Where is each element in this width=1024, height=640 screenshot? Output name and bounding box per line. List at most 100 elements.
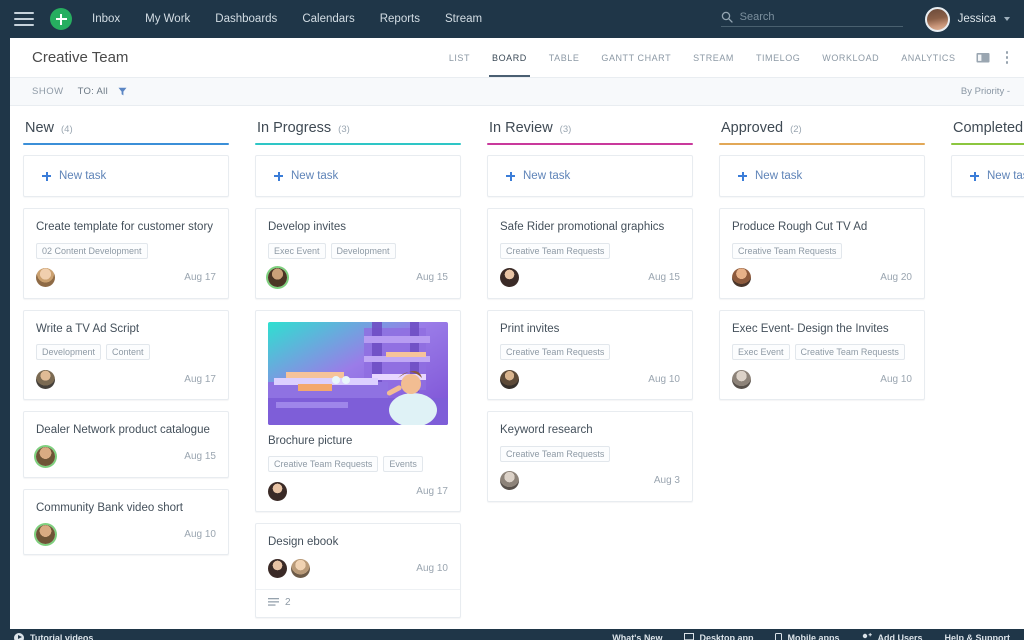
task-tag[interactable]: Development — [330, 242, 396, 259]
column-header: In Review (3) — [487, 120, 693, 143]
avatar[interactable] — [268, 559, 287, 579]
task-card[interactable]: Design ebook Aug 10 2 — [255, 523, 461, 618]
sort-by-priority[interactable]: By Priority - — [961, 86, 1010, 97]
avatar[interactable] — [500, 471, 519, 491]
column-accent-rule — [23, 143, 229, 145]
user-menu[interactable]: Jessica — [924, 6, 1010, 32]
task-card[interactable]: Community Bank video short Aug 10 — [23, 488, 229, 556]
task-tag[interactable]: 02 Content Development — [36, 242, 148, 259]
tab-stream[interactable]: STREAM — [693, 38, 734, 77]
window-body: Creative Team LIST BOARD TABLE GANTT CHA… — [0, 38, 1024, 629]
avatar[interactable] — [36, 447, 55, 467]
avatar[interactable] — [732, 369, 751, 389]
task-tag[interactable]: Creative Team Requests — [794, 344, 905, 361]
filter-to-value[interactable]: TO: All — [78, 86, 108, 97]
task-card[interactable]: Produce Rough Cut TV Ad Creative Team Re… — [719, 208, 925, 299]
task-tag[interactable]: Creative Team Requests — [500, 344, 611, 361]
new-task-label: New task — [987, 170, 1024, 182]
primary-nav-links: Inbox My Work Dashboards Calendars Repor… — [92, 13, 482, 25]
task-subtasks[interactable]: 2 — [256, 588, 460, 608]
task-card[interactable]: Brochure picture Creative Team Requests … — [255, 309, 461, 513]
footer-link-whats-new[interactable]: What's New — [612, 633, 662, 640]
nav-link-reports[interactable]: Reports — [380, 13, 420, 25]
new-task-button[interactable]: New task — [255, 155, 461, 197]
nav-link-my-work[interactable]: My Work — [145, 13, 190, 25]
task-title: Exec Event- Design the Invites — [732, 322, 889, 335]
search-box[interactable] — [720, 11, 903, 27]
task-card[interactable]: Exec Event- Design the Invites Exec Even… — [719, 309, 925, 401]
task-tags: Exec Event Creative Team Requests — [732, 344, 912, 361]
task-due-date: Aug 10 — [648, 373, 680, 385]
search-icon — [721, 11, 733, 23]
task-tags: 02 Content Development — [36, 242, 216, 259]
tab-gantt-chart[interactable]: GANTT CHART — [601, 38, 671, 77]
task-footer: Aug 17 — [36, 368, 216, 390]
task-tag[interactable]: Events — [383, 456, 423, 473]
filter-icon[interactable] — [118, 87, 127, 96]
search-input[interactable] — [739, 11, 903, 23]
tab-workload[interactable]: WORKLOAD — [822, 38, 879, 77]
new-task-label: New task — [523, 170, 571, 182]
footer-link-help-support[interactable]: Help & Support — [945, 633, 1011, 640]
tutorial-videos-link[interactable]: Tutorial videos — [14, 632, 93, 640]
task-due-date: Aug 17 — [184, 373, 216, 385]
tab-list[interactable]: LIST — [449, 38, 470, 77]
task-tag[interactable]: Creative Team Requests — [500, 242, 611, 259]
avatar[interactable] — [291, 559, 310, 579]
avatar[interactable] — [268, 268, 287, 288]
footer-link-mobile-apps[interactable]: Mobile apps — [775, 633, 839, 640]
new-task-button[interactable]: New task — [951, 155, 1024, 197]
task-card[interactable]: Print invites Creative Team Requests Aug… — [487, 309, 693, 401]
hamburger-menu-icon[interactable] — [14, 12, 34, 26]
task-tags: Creative Team Requests — [500, 242, 680, 259]
nav-link-dashboards[interactable]: Dashboards — [215, 13, 277, 25]
new-task-button[interactable]: New task — [487, 155, 693, 197]
task-card[interactable]: Safe Rider promotional graphics Creative… — [487, 208, 693, 299]
task-tag[interactable]: Development — [36, 344, 102, 361]
task-tag[interactable]: Creative Team Requests — [268, 456, 379, 473]
task-due-date: Aug 10 — [184, 528, 216, 540]
task-footer: Aug 10 — [268, 558, 448, 580]
tab-table[interactable]: TABLE — [549, 38, 580, 77]
assignee-avatars — [500, 369, 519, 389]
task-tag[interactable]: Creative Team Requests — [732, 242, 843, 259]
board-column-in-progress: In Progress (3) New task Develop invites… — [242, 120, 474, 629]
new-task-button[interactable]: New task — [23, 155, 229, 197]
left-sidebar-rail[interactable] — [0, 38, 10, 629]
avatar[interactable] — [36, 268, 55, 288]
avatar[interactable] — [500, 369, 519, 389]
footer-link-add-users[interactable]: Add Users — [861, 633, 923, 640]
avatar[interactable] — [36, 369, 55, 389]
footer-link-desktop-app[interactable]: Desktop app — [684, 633, 753, 640]
task-card[interactable]: Keyword research Creative Team Requests … — [487, 411, 693, 502]
folder-icon[interactable] — [976, 51, 990, 64]
task-card[interactable]: Dealer Network product catalogue Aug 15 — [23, 411, 229, 478]
task-card[interactable]: Write a TV Ad Script Development Content… — [23, 309, 229, 401]
nav-link-inbox[interactable]: Inbox — [92, 13, 120, 25]
task-title: Dealer Network product catalogue — [36, 424, 210, 437]
nav-link-stream[interactable]: Stream — [445, 13, 482, 25]
new-task-button[interactable]: New task — [719, 155, 925, 197]
create-new-button[interactable] — [50, 8, 72, 30]
task-title: Write a TV Ad Script — [36, 322, 140, 335]
task-card[interactable]: Develop invites Exec Event Development A… — [255, 208, 461, 299]
task-tag[interactable]: Creative Team Requests — [500, 445, 611, 462]
tab-timelog[interactable]: TIMELOG — [756, 38, 800, 77]
avatar[interactable] — [500, 268, 519, 288]
task-tag[interactable]: Content — [106, 344, 150, 361]
avatar[interactable] — [36, 524, 55, 544]
task-footer: Aug 3 — [500, 470, 680, 492]
task-footer: Aug 20 — [732, 267, 912, 289]
kebab-menu-icon[interactable] — [1004, 49, 1011, 66]
tab-board[interactable]: BOARD — [489, 38, 530, 77]
avatar[interactable] — [268, 481, 287, 501]
task-card[interactable]: Create template for customer story 02 Co… — [23, 208, 229, 299]
nav-link-calendars[interactable]: Calendars — [302, 13, 354, 25]
avatar[interactable] — [732, 268, 751, 288]
top-nav-right: Jessica — [720, 6, 1010, 32]
tab-analytics[interactable]: ANALYTICS — [901, 38, 955, 77]
task-footer: Aug 10 — [732, 368, 912, 390]
task-tag[interactable]: Exec Event — [732, 344, 790, 361]
task-cover-image[interactable] — [268, 321, 448, 425]
task-tag[interactable]: Exec Event — [268, 242, 326, 259]
